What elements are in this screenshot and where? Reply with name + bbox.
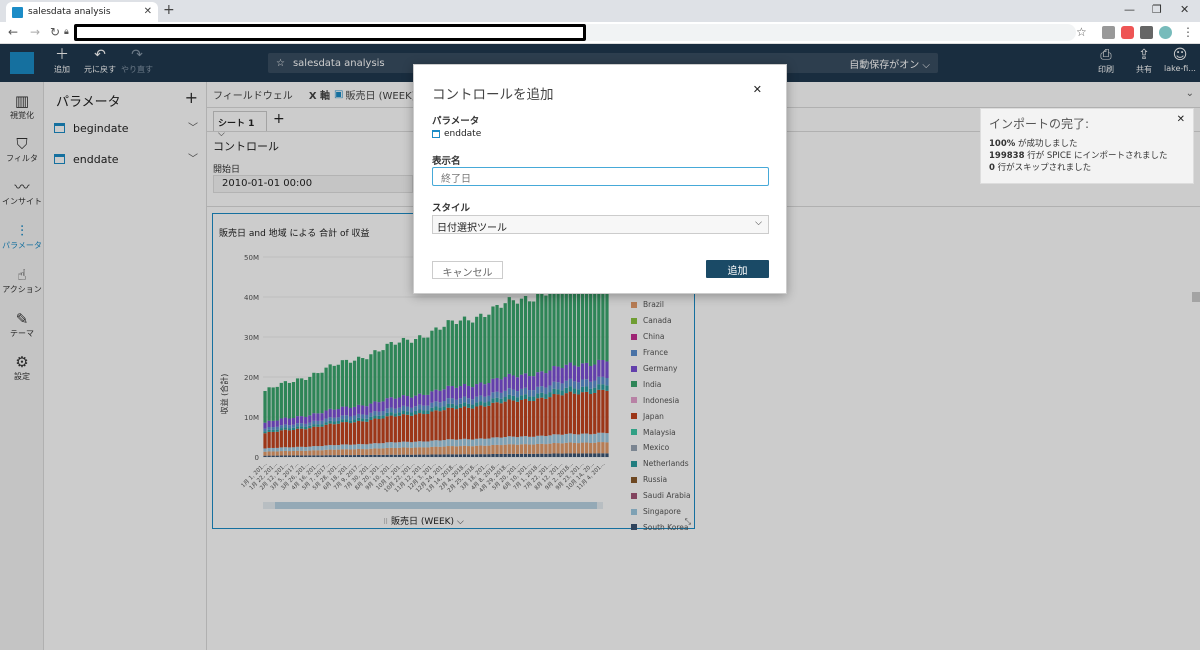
parameter-name: enddate bbox=[444, 129, 482, 139]
toast-text: が成功しました bbox=[1015, 139, 1078, 149]
cancel-button[interactable]: キャンセル bbox=[432, 261, 503, 279]
extension-icon[interactable] bbox=[1102, 26, 1115, 39]
parameter-value: enddate bbox=[432, 129, 481, 139]
style-selected-value: 日付選択ツール bbox=[437, 223, 507, 234]
close-icon[interactable]: ✕ bbox=[753, 83, 762, 96]
puzzle-icon[interactable] bbox=[1140, 26, 1153, 39]
style-select[interactable]: 日付選択ツール ⌵ bbox=[432, 215, 769, 234]
toast-line: 199838 行が SPICE にインポートされました bbox=[989, 150, 1185, 162]
toast-text: 行が SPICE にインポートされました bbox=[1024, 151, 1168, 161]
toast-value: 199838 bbox=[989, 151, 1025, 161]
new-tab-button[interactable]: + bbox=[163, 2, 175, 18]
avatar[interactable] bbox=[1159, 26, 1172, 39]
forward-icon[interactable]: → bbox=[30, 25, 40, 39]
toast-line: 0 行がスキップされました bbox=[989, 162, 1185, 174]
chevron-down-icon: ⌵ bbox=[755, 218, 762, 228]
toast-line: 100% が成功しました bbox=[989, 138, 1185, 150]
style-label: スタイル bbox=[432, 203, 471, 214]
close-icon[interactable]: ✕ bbox=[1177, 114, 1185, 125]
minimize-icon[interactable]: — bbox=[1124, 3, 1135, 16]
address-bar-row: ← → ↻ 🔒︎ ☆ ⋮ bbox=[0, 22, 1200, 44]
url-field-redacted[interactable] bbox=[74, 24, 586, 41]
dialog-title: コントロールを追加 bbox=[432, 87, 554, 103]
browser-tab[interactable]: salesdata analysis ✕ bbox=[6, 2, 158, 22]
url-field-rest[interactable] bbox=[586, 24, 1076, 41]
reload-icon[interactable]: ↻ bbox=[50, 25, 60, 39]
close-tab-icon[interactable]: ✕ bbox=[144, 6, 152, 17]
back-icon[interactable]: ← bbox=[8, 25, 18, 39]
close-window-icon[interactable]: ✕ bbox=[1180, 3, 1189, 16]
tab-title: salesdata analysis bbox=[28, 7, 111, 17]
add-button[interactable]: 追加 bbox=[706, 260, 769, 278]
display-name-label: 表示名 bbox=[432, 156, 461, 167]
maximize-icon[interactable]: ❐ bbox=[1152, 3, 1162, 16]
lock-icon: 🔒︎ bbox=[64, 27, 69, 37]
parameter-label: パラメータ bbox=[432, 116, 480, 127]
star-icon[interactable]: ☆ bbox=[1076, 25, 1087, 39]
calendar-icon bbox=[432, 130, 440, 138]
toast-title: インポートの完了: bbox=[989, 117, 1090, 131]
add-control-dialog: コントロールを追加 ✕ パラメータ enddate 表示名 終了日 スタイル 日… bbox=[413, 64, 787, 294]
toast-text: 行がスキップされました bbox=[994, 163, 1092, 173]
browser-tab-bar: salesdata analysis ✕ + — ❐ ✕ bbox=[0, 0, 1200, 22]
toast-value: 100% bbox=[989, 139, 1016, 149]
extension-icon[interactable] bbox=[1121, 26, 1134, 39]
menu-icon[interactable]: ⋮ bbox=[1182, 25, 1194, 39]
quicksight-favicon-icon bbox=[12, 6, 23, 18]
display-name-input[interactable]: 終了日 bbox=[432, 167, 769, 186]
import-complete-toast: インポートの完了: ✕ 100% が成功しました 199838 行が SPICE… bbox=[980, 108, 1194, 184]
